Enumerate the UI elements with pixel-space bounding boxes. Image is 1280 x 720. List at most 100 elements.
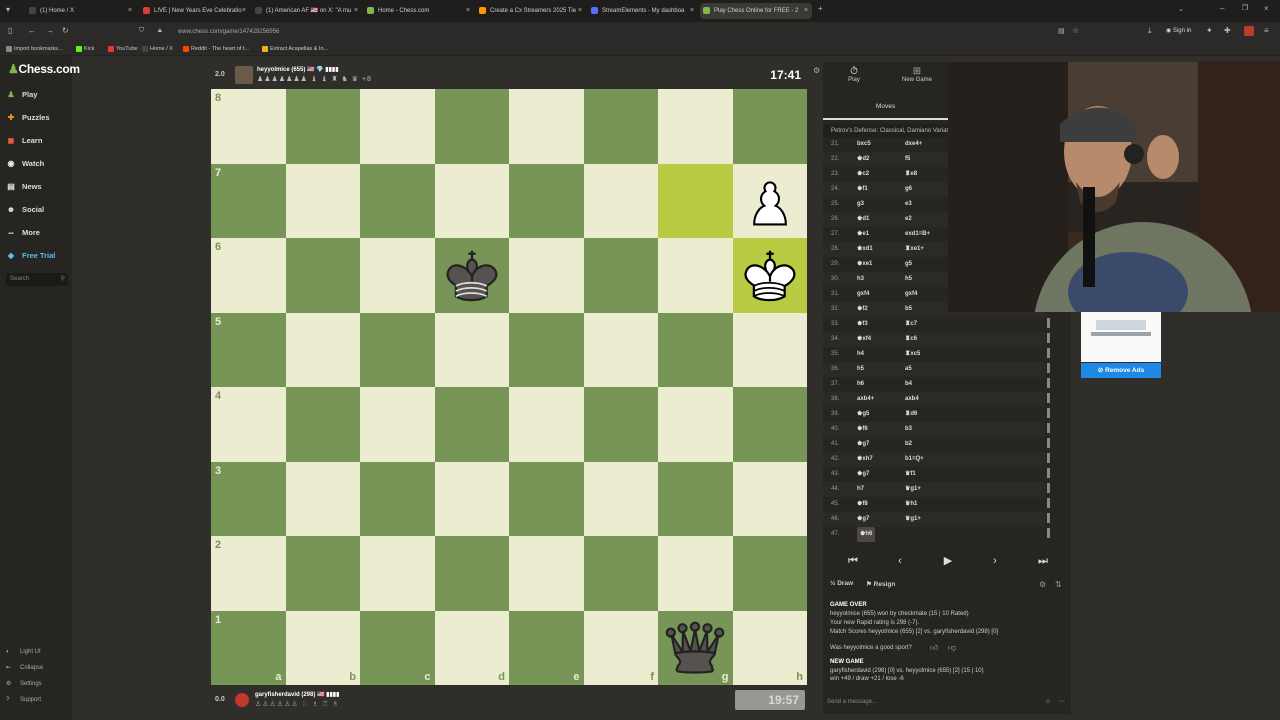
white-move[interactable]: h4 [857, 347, 864, 362]
black-move[interactable]: b1=Q+ [905, 452, 924, 467]
flip-board-icon[interactable]: ⇅ [1055, 580, 1062, 589]
black-king-icon[interactable] [435, 238, 510, 313]
square-b6[interactable] [285, 238, 360, 313]
square-d6[interactable] [434, 238, 510, 313]
bottom-player-name[interactable]: garyfisherdavid (298) 🇺🇸 ▮▮▮▮ [255, 691, 339, 698]
last-move-button[interactable]: ⏭ [1024, 553, 1062, 569]
white-pawn-icon[interactable] [733, 164, 808, 239]
sidebar-item-watch[interactable]: ◉ Watch [6, 157, 45, 171]
black-move[interactable]: h5 [905, 272, 912, 287]
sidebar-collapse-button[interactable]: ⇤ Collapse [6, 663, 43, 673]
black-move[interactable]: ♜xc5 [905, 347, 920, 362]
tab-close-icon[interactable]: × [690, 3, 694, 19]
white-move[interactable]: ♚d1 [857, 212, 869, 227]
browser-tab[interactable]: Create a Cx Streamers 2025 Tie × [476, 3, 586, 19]
sign-in-button[interactable]: ◉ Sign in [1166, 27, 1191, 34]
black-move[interactable]: axb4 [905, 392, 919, 407]
bookmark-star-icon[interactable]: ☆ [1072, 26, 1079, 35]
square-b4[interactable] [285, 387, 360, 462]
square-e8[interactable] [509, 89, 584, 164]
browser-tab[interactable]: Home - Chess.com × [364, 3, 474, 19]
square-d7[interactable] [434, 163, 509, 238]
black-move[interactable]: exd1=B+ [905, 227, 930, 242]
square-h7[interactable] [732, 163, 808, 239]
remove-ads-button[interactable]: ⊘ Remove Ads [1081, 363, 1161, 378]
tab-play[interactable]: ⏱ Play [842, 66, 866, 83]
black-move[interactable]: e2 [905, 212, 912, 227]
tab-menu-icon[interactable]: ⌄ [1178, 5, 1184, 13]
black-move[interactable]: g6 [905, 182, 912, 197]
black-move[interactable]: ♛g1+ [905, 512, 921, 527]
square-h6[interactable] [732, 238, 807, 313]
square-b7[interactable] [285, 163, 360, 238]
white-move[interactable]: ♚f1 [857, 182, 868, 197]
square-c1[interactable]: c [360, 610, 435, 685]
square-b3[interactable] [285, 461, 360, 536]
black-move[interactable]: ♜c6 [905, 332, 917, 347]
back-icon[interactable]: ← [28, 26, 36, 35]
sidebar-item-learn[interactable]: ◼ Learn [6, 134, 43, 148]
window-close-icon[interactable]: × [1264, 4, 1269, 13]
reload-icon[interactable]: ↻ [62, 26, 69, 35]
moves-tab[interactable]: Moves [823, 100, 948, 120]
puzzle-ext-icon[interactable]: ✚ [1224, 26, 1231, 35]
bookmark-item[interactable]: Kick [76, 44, 94, 54]
black-move[interactable]: ♜e8 [905, 167, 917, 182]
square-a4[interactable]: 4 [211, 387, 286, 462]
white-move[interactable]: ♚f6 [857, 422, 868, 437]
square-d2[interactable] [434, 536, 509, 611]
sidebar-toggle-icon[interactable]: ▯ [8, 26, 12, 35]
chess-logo[interactable]: ♟Chess.com [8, 62, 80, 76]
square-e3[interactable] [509, 461, 584, 536]
white-move[interactable]: ♚f2 [857, 302, 868, 317]
tab-new-game[interactable]: ⊞ New Game [900, 66, 934, 83]
prev-move-button[interactable]: ‹ [881, 553, 919, 569]
emoji-icon[interactable]: ☺ [1045, 694, 1051, 710]
black-move[interactable]: f5 [905, 152, 910, 167]
bookmark-item[interactable]: Home / X [142, 44, 173, 54]
square-a6[interactable]: 6 [211, 238, 286, 313]
square-d3[interactable] [434, 461, 509, 536]
square-e4[interactable] [509, 387, 584, 462]
white-move[interactable]: ♚c2 [857, 167, 869, 182]
square-b2[interactable] [285, 536, 360, 611]
square-b8[interactable] [285, 89, 360, 164]
white-move[interactable]: h3 [857, 272, 864, 287]
shield-icon[interactable]: ⛉ [139, 27, 144, 35]
white-move[interactable]: ♚g7 [857, 437, 869, 452]
white-move[interactable]: ♚f8 [857, 497, 868, 512]
white-move[interactable]: ♚g5 [857, 407, 869, 422]
sidebar-settings-button[interactable]: ⚙ Settings [6, 679, 42, 689]
square-h8[interactable] [732, 89, 807, 164]
chat-message-input[interactable]: Send a message... ☺ ⋯ [823, 694, 1071, 710]
square-f3[interactable] [583, 461, 658, 536]
square-c4[interactable] [360, 387, 435, 462]
white-move[interactable]: axb4+ [857, 392, 874, 407]
square-a1[interactable]: 1a [211, 610, 286, 685]
forward-icon[interactable]: → [46, 26, 54, 35]
chess-board[interactable]: 87654321abcdefgh [211, 89, 807, 685]
first-move-button[interactable]: ⏮ [834, 553, 872, 569]
black-move[interactable]: b2 [905, 437, 912, 452]
extensions-icon[interactable]: ✦ [1206, 26, 1213, 35]
reader-icon[interactable]: ▤ [1058, 27, 1065, 35]
tab-close-icon[interactable]: × [578, 3, 582, 19]
tab-close-icon[interactable]: × [242, 3, 246, 19]
square-h1[interactable]: h [732, 610, 807, 685]
downloads-icon[interactable]: ⤓ [1148, 26, 1152, 36]
square-c5[interactable] [360, 312, 435, 387]
square-a2[interactable]: 2 [211, 536, 286, 611]
white-move[interactable]: gxf4 [857, 287, 869, 302]
white-move[interactable]: bxc5 [857, 137, 871, 152]
square-a8[interactable]: 8 [211, 89, 286, 164]
square-f8[interactable] [583, 89, 658, 164]
new-tab-icon[interactable]: + [818, 4, 823, 13]
ad-image[interactable] [1081, 312, 1161, 362]
black-move[interactable]: a5 [905, 362, 912, 377]
next-move-button[interactable]: › [976, 553, 1014, 569]
square-c2[interactable] [360, 536, 435, 611]
square-d1[interactable]: d [434, 610, 509, 685]
black-move[interactable]: ♜c7 [905, 317, 917, 332]
square-c6[interactable] [360, 238, 435, 313]
square-e2[interactable] [509, 536, 584, 611]
